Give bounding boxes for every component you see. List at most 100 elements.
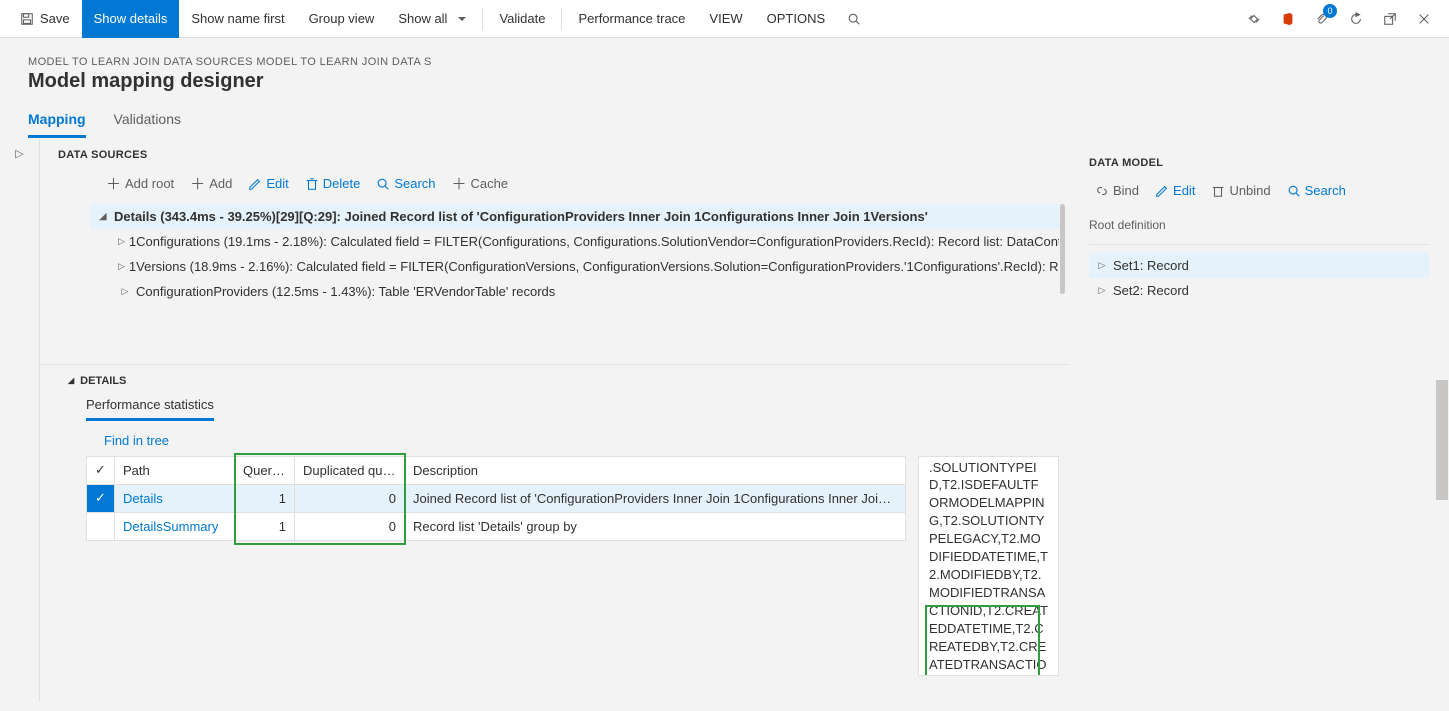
tab-mapping[interactable]: Mapping <box>28 111 86 138</box>
cell-dup: 0 <box>295 484 405 512</box>
trash-icon <box>305 177 319 191</box>
caret-icon[interactable]: ▷ <box>1095 285 1109 296</box>
refresh-button[interactable] <box>1339 0 1373 38</box>
tab-row: Mapping Validations <box>0 101 1449 139</box>
data-model-header: DATA MODEL <box>1089 139 1429 179</box>
options-button[interactable]: OPTIONS <box>755 0 838 38</box>
app-toolbar: Save Show details Show name first Group … <box>0 0 1449 38</box>
find-in-tree-link[interactable]: Find in tree <box>104 433 169 448</box>
show-details-button[interactable]: Show details <box>82 0 180 38</box>
col-queries[interactable]: Queries <box>235 456 295 484</box>
delete-button[interactable]: Delete <box>299 169 367 198</box>
close-button[interactable] <box>1407 0 1441 38</box>
caret-icon[interactable]: ▷ <box>118 286 132 297</box>
link-icon <box>1095 184 1109 198</box>
dm-search-button[interactable]: Search <box>1281 179 1352 202</box>
details-toggle[interactable]: ◢DETAILS <box>68 375 126 387</box>
diamond-icon <box>1247 12 1261 26</box>
caret-icon[interactable]: ◢ <box>96 211 110 222</box>
row-check[interactable]: ✓ <box>87 484 115 512</box>
office-button[interactable] <box>1271 0 1305 38</box>
search-button[interactable] <box>837 0 871 38</box>
col-path[interactable]: Path <box>115 456 235 484</box>
body-region: ▷ DATA SOURCES ＋Add root ＋Add Edit Delet… <box>0 139 1449 702</box>
cell-desc: Record list 'Details' group by <box>405 512 906 540</box>
add-root-button[interactable]: ＋Add root <box>100 169 180 198</box>
stats-grid: ✓ Path Queries Duplicated queries Descri… <box>86 456 906 541</box>
grid-row[interactable]: ✓ Details 1 0 Joined Record list of 'Con… <box>87 484 906 512</box>
page-title: Model mapping designer <box>28 70 1421 93</box>
caret-icon[interactable]: ▷ <box>1095 260 1109 271</box>
tree-scrollbar[interactable] <box>1060 204 1065 364</box>
tree-row-1configurations[interactable]: ▷1Configurations (19.1ms - 2.18%): Calcu… <box>90 229 1059 254</box>
row-check[interactable] <box>87 512 115 540</box>
save-button[interactable]: Save <box>8 0 82 38</box>
dm-row-set1[interactable]: ▷Set1: Record <box>1089 253 1429 278</box>
root-definition-label: Root definition <box>1089 212 1429 236</box>
page-header: MODEL TO LEARN JOIN DATA SOURCES MODEL T… <box>0 38 1449 101</box>
cell-queries: 1 <box>235 484 295 512</box>
data-sources-header: DATA SOURCES <box>40 139 1069 167</box>
separator <box>482 8 483 30</box>
add-button[interactable]: ＋Add <box>184 169 238 198</box>
performance-statistics-tab[interactable]: Performance statistics <box>86 397 214 421</box>
attachments-button[interactable]: 0 <box>1305 0 1339 38</box>
search-icon <box>376 177 390 191</box>
unbind-button[interactable]: Unbind <box>1205 179 1276 202</box>
dm-edit-button[interactable]: Edit <box>1149 179 1201 202</box>
col-dup[interactable]: Duplicated queries <box>295 456 405 484</box>
separator <box>561 8 562 30</box>
breadcrumb: MODEL TO LEARN JOIN DATA SOURCES MODEL T… <box>28 56 1421 68</box>
show-name-first-button[interactable]: Show name first <box>179 0 296 38</box>
search-icon <box>1287 184 1301 198</box>
page-scrollbar[interactable] <box>1436 120 1448 550</box>
tree-row-1versions[interactable]: ▷1Versions (18.9ms - 2.16%): Calculated … <box>90 254 1059 279</box>
close-icon <box>1417 12 1431 26</box>
pencil-icon <box>1155 184 1169 198</box>
validate-button[interactable]: Validate <box>487 0 557 38</box>
tab-validations[interactable]: Validations <box>114 111 181 138</box>
trash-icon <box>1211 184 1225 198</box>
data-sources-toolbar: ＋Add root ＋Add Edit Delete Search ＋Cache <box>40 167 1069 204</box>
main-column: DATA SOURCES ＋Add root ＋Add Edit Delete … <box>40 139 1069 702</box>
badge-count: 0 <box>1323 4 1337 18</box>
data-model-panel: DATA MODEL Bind Edit Unbind Search Root … <box>1069 139 1449 702</box>
col-check[interactable]: ✓ <box>87 456 115 484</box>
search-icon <box>847 12 861 26</box>
view-button[interactable]: VIEW <box>697 0 754 38</box>
edit-button[interactable]: Edit <box>242 169 294 198</box>
stats-grid-wrap: ✓ Path Queries Duplicated queries Descri… <box>86 456 906 676</box>
tree-row-details[interactable]: ◢Details (343.4ms - 39.25%)[29][Q:29]: J… <box>90 204 1059 229</box>
tree-row-configproviders[interactable]: ▷ConfigurationProviders (12.5ms - 1.43%)… <box>90 279 1059 304</box>
ds-search-button[interactable]: Search <box>370 169 441 198</box>
data-model-toolbar: Bind Edit Unbind Search <box>1089 179 1429 212</box>
pencil-icon <box>248 177 262 191</box>
details-section: ◢DETAILS Performance statistics Find in … <box>40 364 1069 676</box>
performance-trace-button[interactable]: Performance trace <box>566 0 697 38</box>
office-icon <box>1281 12 1295 26</box>
refresh-icon <box>1349 12 1363 26</box>
caret-icon[interactable]: ▷ <box>118 236 125 247</box>
col-desc[interactable]: Description <box>405 456 906 484</box>
sql-pane[interactable]: .SOLUTIONTYPEID,T2.ISDEFAULTFORMODELMAPP… <box>918 456 1059 676</box>
caret-icon[interactable]: ▷ <box>118 261 125 272</box>
path-link[interactable]: DetailsSummary <box>123 519 218 534</box>
cell-desc: Joined Record list of 'ConfigurationProv… <box>405 484 906 512</box>
left-gutter: ▷ <box>0 139 40 702</box>
popout-icon <box>1383 12 1397 26</box>
cache-button[interactable]: ＋Cache <box>446 169 515 198</box>
grid-row[interactable]: DetailsSummary 1 0 Record list 'Details'… <box>87 512 906 540</box>
popout-button[interactable] <box>1373 0 1407 38</box>
path-link[interactable]: Details <box>123 491 163 506</box>
save-label: Save <box>40 11 70 26</box>
save-icon <box>20 12 34 26</box>
gutter-expand[interactable]: ▷ <box>0 139 39 167</box>
dm-row-set2[interactable]: ▷Set2: Record <box>1089 278 1429 303</box>
link-icon-button[interactable] <box>1237 0 1271 38</box>
show-all-dropdown[interactable]: Show all <box>386 0 478 38</box>
cell-dup: 0 <box>295 512 405 540</box>
data-sources-tree: ◢Details (343.4ms - 39.25%)[29][Q:29]: J… <box>40 204 1069 364</box>
bind-button[interactable]: Bind <box>1089 179 1145 202</box>
highlight-box-sql <box>925 605 1040 676</box>
group-view-button[interactable]: Group view <box>297 0 387 38</box>
